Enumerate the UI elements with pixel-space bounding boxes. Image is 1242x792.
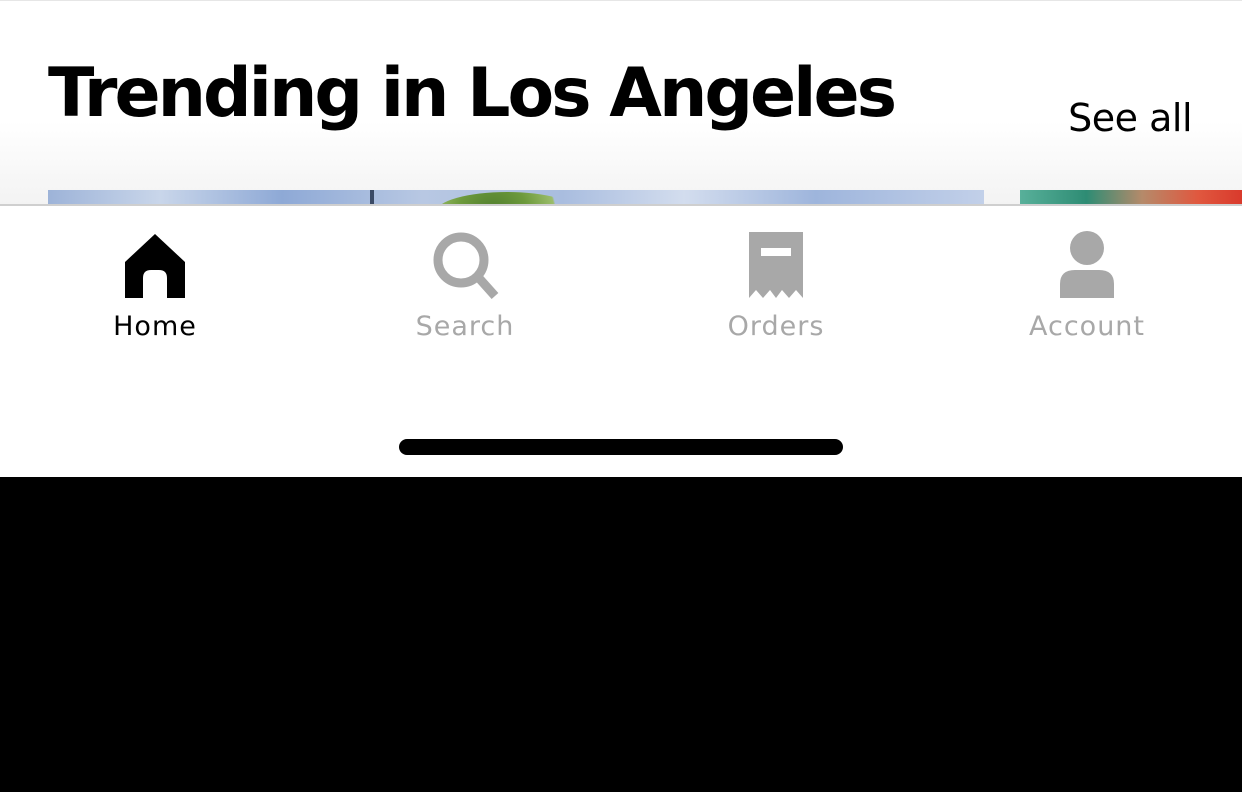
section-title: Trending in Los Angeles <box>48 54 897 133</box>
tab-home-label: Home <box>113 311 197 342</box>
card-image-detail <box>370 190 374 204</box>
tab-home[interactable]: Home <box>35 228 275 358</box>
home-icon <box>125 234 185 298</box>
see-all-link[interactable]: See all <box>1068 95 1192 141</box>
home-indicator[interactable] <box>399 439 843 455</box>
trending-card-image[interactable] <box>1020 190 1242 204</box>
receipt-icon <box>749 232 803 298</box>
search-icon <box>433 232 499 300</box>
card-image-detail <box>436 192 578 204</box>
tab-orders[interactable]: Orders <box>656 228 896 358</box>
trending-section: Trending in Los Angeles See all <box>0 0 1242 204</box>
tab-search[interactable]: Search <box>345 228 585 358</box>
tab-account[interactable]: Account <box>967 228 1207 358</box>
trending-card-image[interactable] <box>48 190 984 204</box>
tab-account-label: Account <box>1028 311 1145 342</box>
person-icon <box>1060 231 1114 298</box>
bottom-tab-bar: Home Search Orders Account <box>0 204 1242 477</box>
tab-search-label: Search <box>415 311 515 342</box>
app-screen: Trending in Los Angeles See all Home Sea… <box>0 0 1242 792</box>
tab-orders-label: Orders <box>727 311 825 342</box>
